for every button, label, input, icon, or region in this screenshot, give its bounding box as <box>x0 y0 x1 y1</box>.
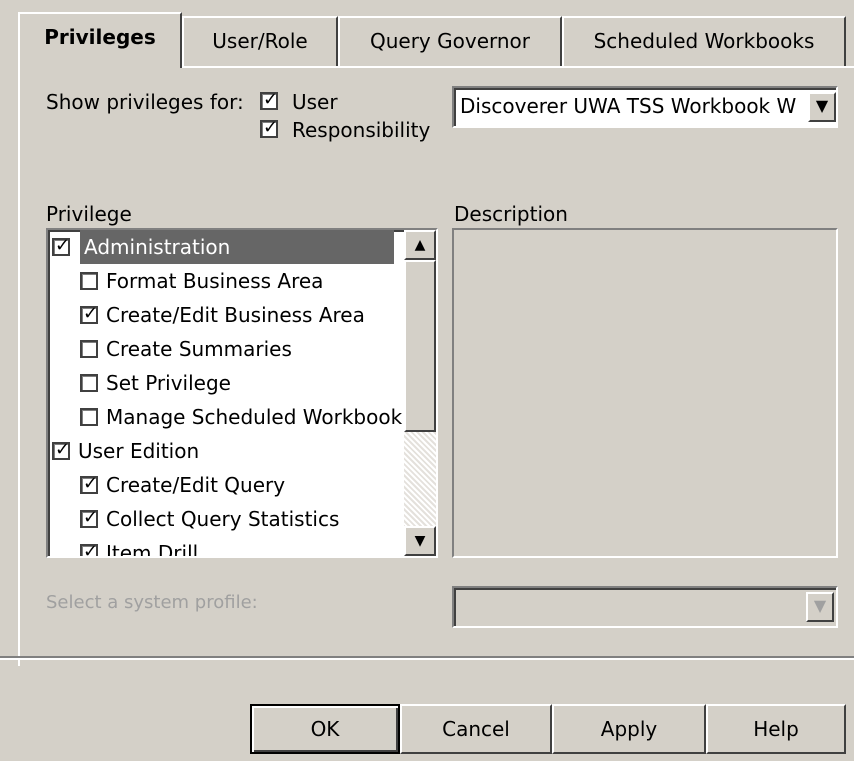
scroll-thumb[interactable] <box>404 260 436 432</box>
privilege-list[interactable]: ✓ Administration Format Business Area ✓ … <box>46 228 438 558</box>
select-dropdown-button[interactable]: ▼ <box>808 92 836 122</box>
system-profile-label: Select a system profile: <box>46 592 258 613</box>
arrow-down-icon: ▼ <box>414 533 426 549</box>
administration-checkbox[interactable]: ✓ <box>52 235 71 256</box>
list-item-collect-query-statistics[interactable]: ✓ Collect Query Statistics <box>48 502 408 536</box>
list-item-create-edit-business-area[interactable]: ✓ Create/Edit Business Area <box>48 298 408 332</box>
ok-button[interactable]: OK <box>250 704 400 754</box>
tab-scheduled-workbooks-label: Scheduled Workbooks <box>593 29 815 53</box>
help-button-label: Help <box>753 717 799 741</box>
list-item-set-privilege[interactable]: Set Privilege <box>48 366 408 400</box>
list-item-label: Create/Edit Business Area <box>106 303 365 327</box>
create-edit-query-checkbox[interactable]: ✓ <box>80 473 99 494</box>
tab-query-governor-label: Query Governor <box>369 29 531 53</box>
list-item-format-business-area[interactable]: Format Business Area <box>48 264 408 298</box>
responsibility-checkbox[interactable]: ✓ <box>260 117 279 138</box>
cancel-button-label: Cancel <box>442 717 510 741</box>
list-item-label: User Edition <box>78 439 200 463</box>
check-icon: ✓ <box>263 117 279 138</box>
chevron-down-icon: ▼ <box>813 596 827 615</box>
cancel-button[interactable]: Cancel <box>400 704 552 754</box>
privilege-owner-select-value: Discoverer UWA TSS Workbook W <box>460 94 797 118</box>
tab-privileges-label: Privileges <box>44 25 156 49</box>
check-icon: ✓ <box>83 303 99 324</box>
list-item-create-summaries[interactable]: Create Summaries <box>48 332 408 366</box>
list-item-label: Item Drill <box>106 541 199 558</box>
chevron-down-icon: ▼ <box>815 96 829 115</box>
check-icon: ✓ <box>83 507 99 528</box>
create-edit-business-area-checkbox[interactable]: ✓ <box>80 303 99 324</box>
user-checkbox-label: User <box>292 90 338 114</box>
tab-query-governor[interactable]: Query Governor <box>338 16 562 66</box>
tab-privileges[interactable]: Privileges <box>18 12 182 68</box>
scroll-up-button[interactable]: ▲ <box>404 230 436 260</box>
manage-scheduled-workbook-checkbox[interactable] <box>80 408 98 426</box>
tab-user-role[interactable]: User/Role <box>182 16 338 66</box>
description-box <box>452 228 838 558</box>
check-icon: ✓ <box>55 235 71 256</box>
description-heading: Description <box>454 202 568 226</box>
show-privileges-label: Show privileges for: <box>46 90 244 114</box>
list-item-label: Format Business Area <box>106 269 324 293</box>
privilege-heading: Privilege <box>46 202 132 226</box>
system-profile-dropdown-button: ▼ <box>806 592 834 622</box>
scroll-down-button[interactable]: ▼ <box>404 526 436 556</box>
list-item-manage-scheduled-workbook[interactable]: Manage Scheduled Workbook <box>48 400 408 434</box>
list-item-label: Collect Query Statistics <box>106 507 340 531</box>
set-privilege-checkbox[interactable] <box>80 374 98 392</box>
check-icon: ✓ <box>83 473 99 494</box>
list-item-label: Set Privilege <box>106 371 231 395</box>
ok-button-label: OK <box>310 717 340 741</box>
privilege-owner-select[interactable]: Discoverer UWA TSS Workbook W ▼ <box>452 86 838 128</box>
list-item-user-edition[interactable]: ✓ User Edition <box>48 434 408 468</box>
list-item-label: Create Summaries <box>106 337 292 361</box>
check-icon: ✓ <box>263 89 279 110</box>
list-item-label: Create/Edit Query <box>106 473 286 497</box>
list-item-item-drill[interactable]: ✓ Item Drill <box>48 536 408 558</box>
tab-scheduled-workbooks[interactable]: Scheduled Workbooks <box>562 16 846 66</box>
arrow-up-icon: ▲ <box>414 237 426 253</box>
format-business-area-checkbox[interactable] <box>80 272 98 290</box>
user-edition-checkbox[interactable]: ✓ <box>52 439 71 460</box>
item-drill-checkbox[interactable]: ✓ <box>80 541 99 558</box>
separator <box>0 656 854 660</box>
list-item-administration[interactable]: ✓ Administration <box>48 230 408 264</box>
user-checkbox[interactable]: ✓ <box>260 89 279 110</box>
collect-query-statistics-checkbox[interactable]: ✓ <box>80 507 99 528</box>
create-summaries-checkbox[interactable] <box>80 340 98 358</box>
list-item-label: Administration <box>80 230 394 264</box>
list-item-label: Manage Scheduled Workbook <box>106 405 403 429</box>
system-profile-select: ▼ <box>452 586 838 628</box>
apply-button[interactable]: Apply <box>552 704 706 754</box>
apply-button-label: Apply <box>600 717 658 741</box>
responsibility-checkbox-label: Responsibility <box>292 118 431 142</box>
help-button[interactable]: Help <box>706 704 846 754</box>
check-icon: ✓ <box>83 541 99 558</box>
tab-user-role-label: User/Role <box>212 29 308 53</box>
check-icon: ✓ <box>55 439 71 460</box>
vertical-scrollbar[interactable]: ▲ ▼ <box>404 230 436 556</box>
list-item-create-edit-query[interactable]: ✓ Create/Edit Query <box>48 468 408 502</box>
